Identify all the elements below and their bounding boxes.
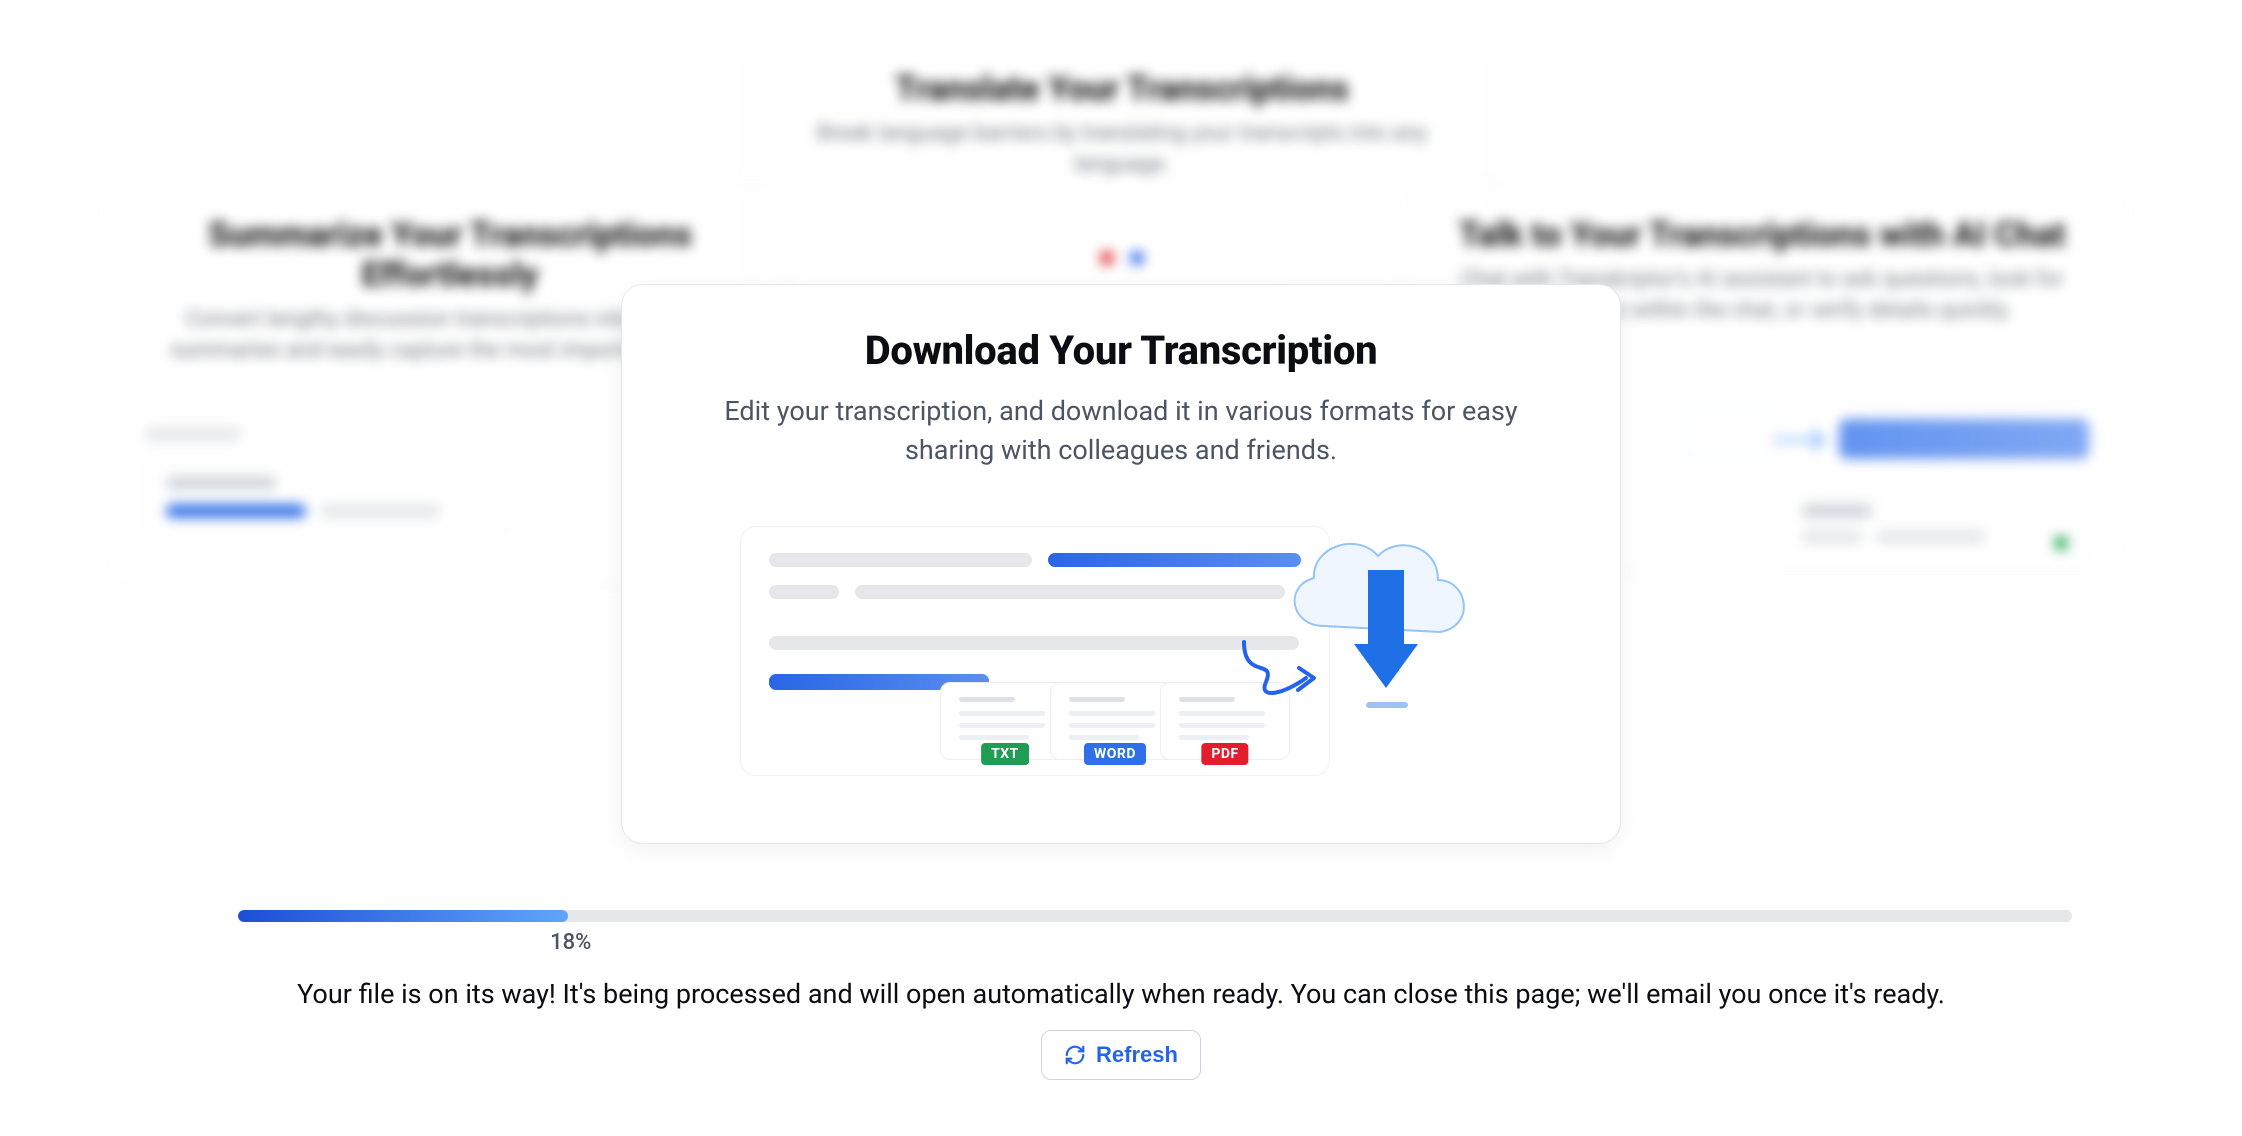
bg-top-title: Translate Your Transcriptions <box>787 69 1457 109</box>
upload-progress-fill <box>238 910 568 922</box>
feature-title: Download Your Transcription <box>680 327 1562 374</box>
cloud-download-icon <box>1262 506 1492 736</box>
bg-left-title: Summarize Your Transcriptions Effortless… <box>145 215 755 295</box>
refresh-button[interactable]: Refresh <box>1041 1030 1201 1080</box>
refresh-icon <box>1064 1044 1086 1066</box>
bg-top-subtitle: Break language barriers by translating y… <box>787 119 1457 181</box>
upload-progress-bar <box>238 910 2072 922</box>
download-illustration: TXT WORD PDF <box>680 506 1562 786</box>
processing-status-text: Your file is on its way! It's being proc… <box>0 978 2242 1010</box>
bg-right-title: Talk to Your Transcriptions with AI Chat <box>1437 215 2087 255</box>
arrow-icon <box>1773 425 1833 455</box>
format-label-pdf: PDF <box>1201 743 1248 765</box>
download-feature-card: Download Your Transcription Edit your tr… <box>621 284 1621 844</box>
feature-subtitle: Edit your transcription, and download it… <box>680 392 1562 470</box>
refresh-button-label: Refresh <box>1096 1042 1178 1068</box>
upload-progress-label: 18% <box>550 930 591 955</box>
format-label-txt: TXT <box>981 743 1029 765</box>
format-label-word: WORD <box>1084 743 1146 765</box>
